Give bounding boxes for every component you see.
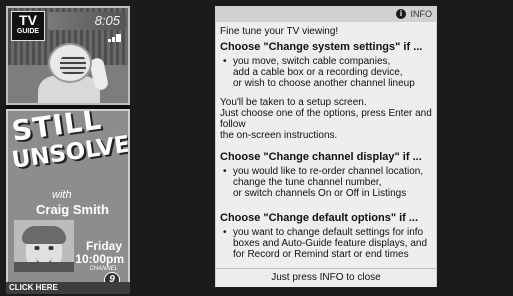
promo-channel-label: CHANNEL xyxy=(89,266,118,272)
host-portrait xyxy=(14,220,74,272)
promo-ad[interactable]: STILL UNSOLVED with Craig Smith Friday 1… xyxy=(6,109,130,287)
section3-bullet-line: for Record or Remind start or end times xyxy=(233,249,409,260)
host-eyes xyxy=(34,246,54,250)
section2-bullet-line: or switch channels On or Off in Listings xyxy=(233,188,407,199)
section3-bullet-line: boxes and Auto-Guide feature displays, a… xyxy=(233,238,428,249)
clock-time: 8:05 xyxy=(94,13,120,28)
left-column: TV GUIDE 8:05 STILL UNSOLVED with Craig … xyxy=(6,6,130,294)
section2-heading: Choose "Change channel display" if ... xyxy=(220,151,422,163)
section1-paragraph: You'll be taken to a setup screen. Just … xyxy=(220,97,434,141)
host-shirt xyxy=(14,262,74,272)
signal-icon xyxy=(108,34,121,42)
section2-bullet-line: change the tune channel number, xyxy=(233,177,382,188)
tv-guide-logo: TV GUIDE xyxy=(11,11,45,41)
logo-line2: GUIDE xyxy=(16,28,40,35)
section1-heading: Choose "Change system settings" if ... xyxy=(220,41,423,53)
paragraph-line: the on-screen instructions. xyxy=(220,130,338,141)
promo-time: 10:00pm xyxy=(75,252,124,266)
panel-header: i INFO xyxy=(216,7,436,22)
info-panel: i INFO Fine tune your TV viewing! Choose… xyxy=(215,6,437,287)
click-here-link[interactable]: CLICK HERE xyxy=(6,282,130,294)
section1-bullet-line: you move, switch cable companies, xyxy=(220,56,434,67)
player-face-mask xyxy=(60,56,86,74)
paragraph-line: You'll be taken to a setup screen. xyxy=(220,97,367,108)
host-hair xyxy=(22,226,66,244)
clock-bar: 8:05 xyxy=(48,12,126,30)
panel-content: Fine tune your TV viewing! Choose "Chang… xyxy=(220,26,434,260)
logo-line1: TV xyxy=(19,12,37,28)
section3-bullet-line: you want to change default settings for … xyxy=(220,227,434,238)
close-instruction: Just press INFO to close xyxy=(216,268,436,287)
section2-bullet-line: you would like to re-order channel locat… xyxy=(220,166,434,177)
info-label: INFO xyxy=(410,9,433,19)
info-icon: i xyxy=(396,9,406,19)
intro-text: Fine tune your TV viewing! xyxy=(220,26,339,37)
paragraph-line: Just choose one of the options, press En… xyxy=(220,108,432,130)
promo-with-text: with xyxy=(52,189,72,201)
section3-heading: Choose "Change default options" if ... xyxy=(220,212,419,224)
promo-day: Friday xyxy=(85,239,122,253)
video-preview[interactable]: TV GUIDE 8:05 xyxy=(6,6,130,105)
section1-bullet-line: add a cable box or a recording device, xyxy=(233,67,403,78)
promo-host-name: Craig Smith xyxy=(36,202,109,217)
section1-bullet-line: or wish to choose another channel lineup xyxy=(233,78,415,89)
